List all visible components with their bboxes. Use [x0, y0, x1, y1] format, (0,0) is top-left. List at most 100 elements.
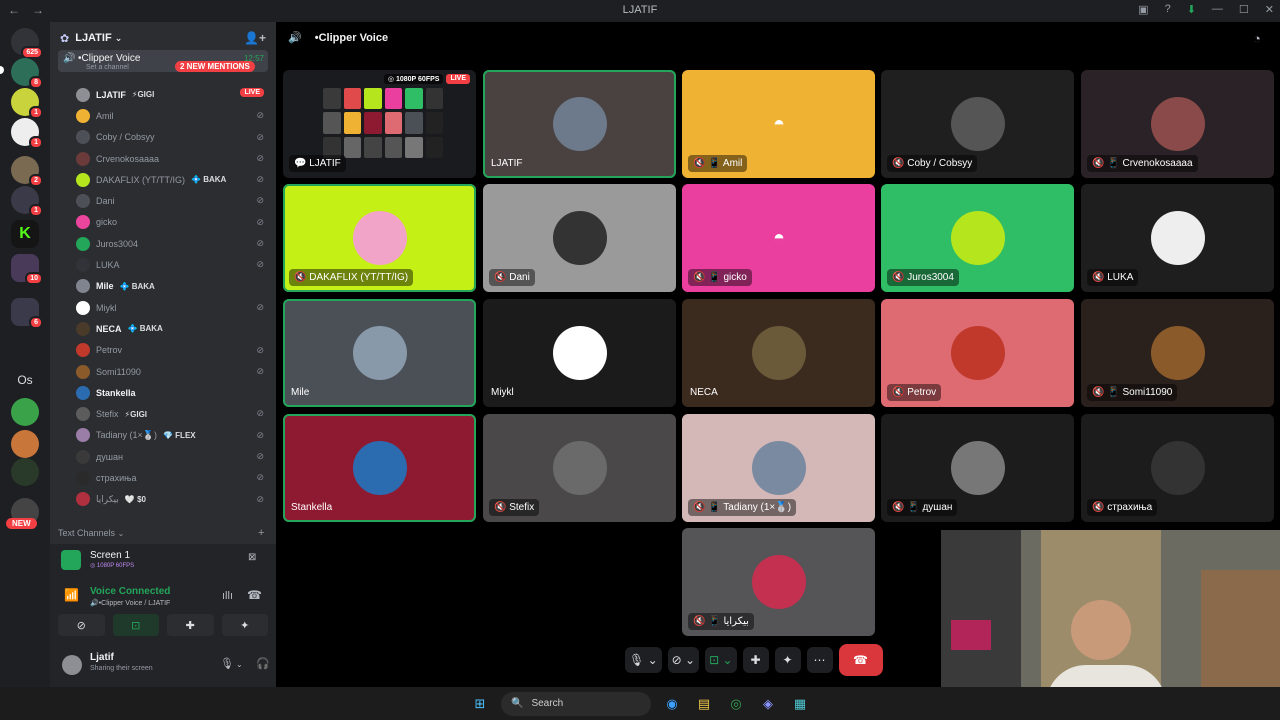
noise-suppression-icon[interactable]: ıllı [222, 590, 233, 602]
discord-taskbar-icon[interactable]: ◈ [757, 693, 779, 715]
participant-tile[interactable]: 🔇 DAKAFLIX (YT/TT/IG) [283, 184, 476, 292]
signal-icon[interactable]: 📶 [64, 588, 79, 602]
stop-stream-icon[interactable]: ⊠ [248, 552, 256, 563]
voice-member[interactable]: Tadiany (1×🥈) 💎 FLEX ⊘ [76, 425, 270, 446]
participant-name: Amil [722, 158, 743, 169]
microphone-icon[interactable]: 🎙 [220, 657, 234, 670]
activities-button[interactable]: ✚ [742, 647, 769, 673]
chevron-down-icon[interactable]: ⌄ [236, 660, 243, 669]
screen-title: Screen 1 [90, 550, 131, 561]
guild-name: LJATIF [75, 32, 112, 44]
discord-home-icon[interactable]: 625 [11, 28, 43, 59]
participant-tile[interactable]: 🔇 LUKA [1081, 184, 1274, 292]
participant-tile[interactable]: ◓ 🔇 📱 gicko [682, 184, 875, 292]
file-explorer-icon[interactable]: ▤ [693, 693, 715, 715]
close-icon[interactable]: ✕ [1265, 3, 1274, 16]
edge-icon[interactable]: ◉ [661, 693, 683, 715]
participant-tile[interactable]: 🔇 Juros3004 [881, 184, 1074, 292]
avatar [353, 326, 407, 380]
notepad-icon[interactable]: ▦ [789, 693, 811, 715]
kick-server-icon[interactable]: K [11, 220, 39, 248]
voice-member[interactable]: gicko ⊘ [76, 212, 270, 233]
voice-member[interactable]: Crvenokosaaaa ⊘ [76, 148, 270, 169]
chrome-icon[interactable]: ◎ [725, 693, 747, 715]
voice-member[interactable]: Petrov ⊘ [76, 340, 270, 361]
more-options-icon[interactable]: ⋯ [806, 647, 833, 673]
server-folder-label[interactable]: Os [11, 366, 39, 394]
add-member-icon[interactable]: 👤+ [244, 31, 266, 45]
participant-tile[interactable]: 🔇 страхиња [1081, 414, 1274, 522]
text-channels-header[interactable]: Text Channels ⌄ + [58, 527, 264, 539]
voice-member[interactable]: بيكرايا 🤍 $0 ⊘ [76, 489, 270, 510]
voice-member[interactable]: Miykl ⊘ [76, 297, 270, 318]
voice-member[interactable]: Dani ⊘ [76, 190, 270, 211]
server-icon[interactable] [11, 430, 39, 458]
inbox-icon[interactable]: ◔ [1253, 31, 1261, 46]
voice-member[interactable]: DAKAFLIX (YT/TT/IG) 💠 BAKA ⊘ [76, 169, 270, 190]
stream-badge: ◎ 1080P 60FPS LIVE [383, 74, 470, 84]
participant-tile[interactable]: NECA [682, 299, 875, 407]
server-icon[interactable]: 2 [11, 156, 43, 187]
help-icon[interactable]: ? [1165, 3, 1171, 16]
member-name: Somi11090 [96, 366, 141, 377]
download-icon[interactable]: ⬇ [1187, 3, 1196, 16]
minimize-icon[interactable]: — [1212, 3, 1223, 16]
new-mentions-badge[interactable]: 2 NEW MENTIONS [175, 61, 255, 72]
camera-button[interactable]: ⊘ ⌄ [667, 647, 700, 673]
participant-tile[interactable]: ◓ 🔇 📱 Amil [682, 70, 875, 178]
soundboard-button[interactable]: ✦ [774, 647, 801, 673]
participant-tile[interactable]: 🔇 Dani [483, 184, 676, 292]
voice-member[interactable]: Somi11090 ⊘ [76, 361, 270, 382]
participant-tile[interactable]: 🔇 📱 بيكرايا [682, 528, 875, 636]
voice-member[interactable]: NECA 💠 BAKA [76, 318, 270, 339]
screen-icon[interactable]: ▣ [1138, 3, 1148, 16]
participant-tile[interactable]: 🔇 Stefix [483, 414, 676, 522]
server-icon[interactable]: 1 [11, 118, 43, 149]
headphones-icon[interactable]: 🎧 [256, 657, 270, 670]
voice-member[interactable]: страхиња ⊘ [76, 467, 270, 488]
screen-share-button[interactable]: ⊡ [112, 614, 159, 636]
voice-member[interactable]: Coby / Cobsyy ⊘ [76, 127, 270, 148]
participant-tile[interactable]: 🔇 Petrov [881, 299, 1074, 407]
user-info[interactable]: Ljatif Sharing their screen 🎙 ⌄ 🎧 ⚙ [58, 648, 304, 682]
leave-call-button[interactable]: ☎ [838, 644, 883, 676]
camera-off-button[interactable]: ⊘ [58, 614, 105, 636]
participant-tile[interactable]: Stankella [283, 414, 476, 522]
voice-member[interactable]: Amil ⊘ [76, 105, 270, 126]
participant-tile[interactable]: LJATIF [483, 70, 676, 178]
participant-tile[interactable]: 🔇 📱 Somi11090 [1081, 299, 1274, 407]
participant-tile[interactable]: 🔇 📱 душан [881, 414, 1074, 522]
participant-tile[interactable]: ◎ 1080P 60FPS LIVE 💬 LJATIF [283, 70, 476, 178]
voice-member[interactable]: Mile 💠 BAKA [76, 276, 270, 297]
maximize-icon[interactable]: ☐ [1239, 3, 1249, 16]
voice-member[interactable]: Juros3004 ⊘ [76, 233, 270, 254]
participant-tile[interactable]: 🔇 📱 Crvenokosaaaa [1081, 70, 1274, 178]
server-icon[interactable]: 1 [11, 186, 43, 217]
participant-tile[interactable]: Miykl [483, 299, 676, 407]
activities-button[interactable]: ✚ [167, 614, 214, 636]
participant-name: LJATIF [309, 158, 341, 169]
start-icon[interactable]: ⊞ [469, 693, 491, 715]
server-folder-icon[interactable]: 10 [11, 254, 43, 285]
voice-member[interactable]: душан ⊘ [76, 446, 270, 467]
create-channel-icon[interactable]: + [258, 527, 264, 539]
microphone-button[interactable]: 🎙 ⌄ [625, 647, 662, 673]
participant-tile[interactable]: 🔇 📱 Tadiany (1×🥈) [682, 414, 875, 522]
participant-tile[interactable]: Mile [283, 299, 476, 407]
taskbar-search[interactable]: 🔍 Search [501, 691, 651, 716]
disconnect-icon[interactable]: ☎ [247, 588, 262, 602]
participant-tile[interactable]: 🔇 Coby / Cobsyy [881, 70, 1074, 178]
voice-member[interactable]: LUKA ⊘ [76, 254, 270, 275]
server-icon[interactable] [11, 458, 39, 486]
server-icon[interactable] [11, 398, 39, 426]
voice-status[interactable]: Voice Connected [90, 586, 170, 597]
server-icon[interactable]: 1 [11, 88, 43, 119]
server-icon[interactable]: 8 [11, 58, 43, 89]
new-badge: NEW [6, 518, 37, 529]
screen-share-button[interactable]: ⊡ ⌄ [705, 647, 737, 673]
voice-member[interactable]: LJATIF ⚡GIGI LIVE [76, 84, 270, 105]
server-folder-icon[interactable]: 6 [11, 298, 43, 329]
voice-member[interactable]: Stefix ⚡GIGI ⊘ [76, 403, 270, 424]
soundboard-button[interactable]: ✦ [221, 614, 268, 636]
voice-member[interactable]: Stankella [76, 382, 270, 403]
